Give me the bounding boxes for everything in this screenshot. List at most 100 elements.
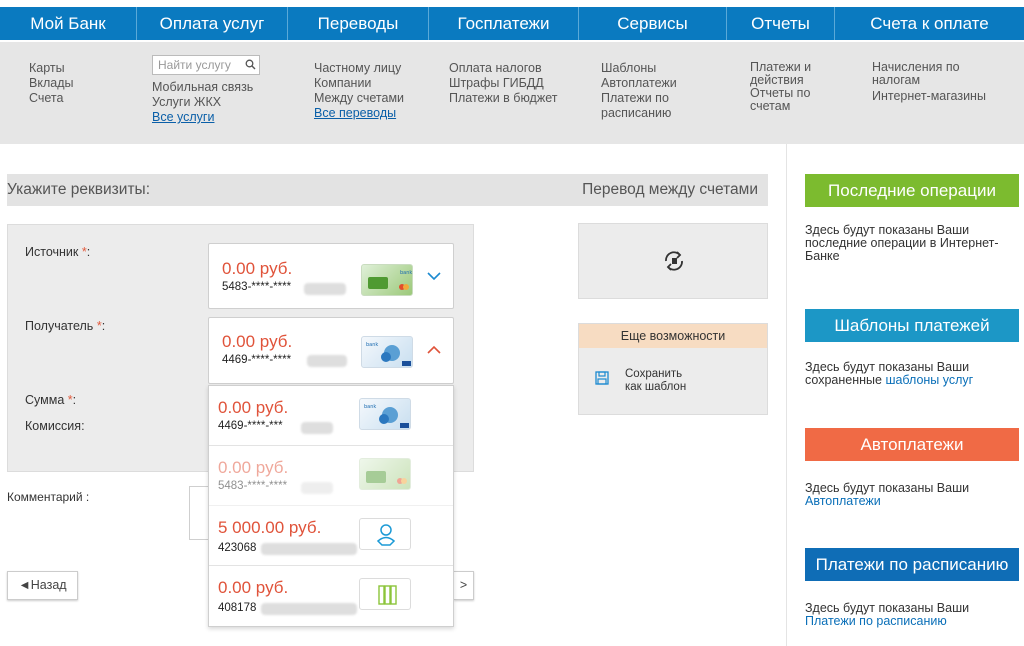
fee-label: Комиссия: bbox=[25, 419, 85, 433]
submenu-mobile[interactable]: Мобильная связь bbox=[152, 80, 253, 95]
source-select[interactable]: 0.00 руб. 5483-****-**** bank bbox=[208, 243, 454, 309]
submenu-autopay[interactable]: Автоплатежи bbox=[601, 76, 677, 91]
dropdown-amount: 0.00 руб. bbox=[218, 578, 289, 597]
submenu-utilities[interactable]: Услуги ЖКХ bbox=[152, 95, 253, 110]
submenu-col-services: Мобильная связь Услуги ЖКХ Все услуги bbox=[152, 80, 253, 125]
recent-operations-text: Здесь будут показаны Ваши последние опер… bbox=[805, 223, 999, 263]
masked-digits bbox=[304, 283, 346, 295]
submenu-scheduled[interactable]: Платежи по bbox=[601, 91, 677, 106]
nav-reports[interactable]: Отчеты bbox=[727, 7, 835, 40]
recipient-select[interactable]: 0.00 руб. 4469-****-**** bank bbox=[208, 317, 454, 384]
submenu-accounts[interactable]: Счета bbox=[29, 91, 73, 106]
recipient-dropdown: 0.00 руб. 4469-****-*** bank 0.00 руб. 5… bbox=[208, 385, 454, 627]
scheduled-payments-link[interactable]: Платежи по расписанию bbox=[805, 614, 947, 628]
binder-account-icon bbox=[359, 578, 411, 610]
swap-panel bbox=[578, 223, 768, 299]
submenu-all-services-link[interactable]: Все услуги bbox=[152, 110, 214, 124]
recent-operations-button[interactable]: Последние операции bbox=[805, 174, 1019, 207]
dropdown-account-number: 408178 bbox=[218, 602, 257, 614]
nav-transfers[interactable]: Переводы bbox=[288, 7, 429, 40]
submenu-scheduled-2[interactable]: расписанию bbox=[601, 106, 677, 121]
source-label: Источник *: bbox=[25, 245, 91, 259]
chevron-up-icon[interactable] bbox=[427, 342, 441, 360]
autopay-link[interactable]: Автоплатежи bbox=[805, 494, 881, 508]
payment-templates-button[interactable]: Шаблоны платежей bbox=[805, 309, 1019, 342]
back-button[interactable]: ◄Назад bbox=[7, 571, 78, 600]
nav-my-bank[interactable]: Мой Банк bbox=[0, 7, 137, 40]
comment-label: Комментарий : bbox=[7, 490, 90, 504]
masked-digits bbox=[301, 422, 333, 434]
source-account-number: 5483-****-**** bbox=[222, 281, 292, 293]
submenu-col-reports: Платежи и действия Отчеты по счетам bbox=[750, 61, 811, 113]
piggy-account-icon bbox=[359, 518, 411, 550]
card-blue-icon: bank bbox=[359, 398, 411, 430]
swap-accounts-icon[interactable] bbox=[662, 249, 686, 278]
submenu-col-gov: Оплата налогов Штрафы ГИБДД Платежи в бю… bbox=[449, 61, 557, 106]
submenu-budget[interactable]: Платежи в бюджет bbox=[449, 91, 557, 106]
more-options-title: Еще возможности bbox=[579, 324, 767, 348]
submenu-col-bank: Карты Вклады Счета bbox=[29, 61, 73, 106]
payment-templates-text: Здесь будут показаны Ваши сохраненные ша… bbox=[805, 360, 974, 387]
chevron-down-icon[interactable] bbox=[427, 268, 441, 286]
source-amount: 0.00 руб. bbox=[222, 259, 293, 278]
templates-link[interactable]: шаблоны услуг bbox=[885, 373, 973, 387]
dropdown-item[interactable]: 0.00 руб. 4469-****-*** bank bbox=[209, 386, 453, 446]
svg-text:bank: bank bbox=[366, 342, 378, 348]
card-green-icon: bank bbox=[361, 264, 413, 296]
svg-text:bank: bank bbox=[400, 270, 412, 276]
transfer-type: Перевод между счетами bbox=[582, 181, 758, 198]
search-placeholder: Найти услугу bbox=[158, 58, 231, 72]
dropdown-item[interactable]: 5 000.00 руб. 423068 bbox=[209, 506, 453, 566]
submenu-cards[interactable]: Карты bbox=[29, 61, 73, 76]
submenu-to-company[interactable]: Компании bbox=[314, 76, 404, 91]
submenu-fines[interactable]: Штрафы ГИБДД bbox=[449, 76, 557, 91]
nav-services[interactable]: Сервисы bbox=[579, 7, 727, 40]
dropdown-item[interactable]: 0.00 руб. 408178 bbox=[209, 566, 453, 626]
svg-text:bank: bank bbox=[364, 404, 376, 410]
search-icon[interactable] bbox=[245, 57, 256, 75]
top-nav-bar: Мой Банк Оплата услуг Переводы Госплатеж… bbox=[0, 7, 1024, 40]
nav-gov-payments[interactable]: Госплатежи bbox=[429, 7, 579, 40]
dropdown-account-number: 423068 bbox=[218, 542, 257, 554]
save-disk-icon[interactable] bbox=[595, 371, 609, 390]
amount-label: Сумма *: bbox=[25, 393, 77, 407]
sidebar-divider bbox=[786, 144, 787, 646]
submenu-col-tools: Шаблоны Автоплатежи Платежи по расписани… bbox=[601, 61, 677, 121]
submenu-templates[interactable]: Шаблоны bbox=[601, 61, 677, 76]
submenu-between-accounts[interactable]: Между счетами bbox=[314, 91, 404, 106]
section-title: Укажите реквизиты: bbox=[7, 181, 150, 198]
submenu-deposits[interactable]: Вклады bbox=[29, 76, 73, 91]
section-header: Укажите реквизиты: Перевод между счетами bbox=[7, 174, 768, 206]
save-as-template-link[interactable]: Сохранить как шаблон bbox=[625, 368, 686, 394]
submenu-account-reports-2[interactable]: счетам bbox=[750, 100, 811, 113]
submenu-tax-charges-2[interactable]: налогам bbox=[872, 74, 986, 87]
nav-pay-services[interactable]: Оплата услуг bbox=[137, 7, 288, 40]
dropdown-amount: 0.00 руб. bbox=[218, 398, 289, 417]
masked-digits bbox=[301, 482, 333, 494]
scheduled-payments-text: Здесь будут показаны Ваши Платежи по рас… bbox=[805, 601, 970, 628]
dropdown-amount: 5 000.00 руб. bbox=[218, 518, 322, 537]
service-search-input[interactable]: Найти услугу bbox=[152, 55, 260, 75]
autopay-button[interactable]: Автоплатежи bbox=[805, 428, 1019, 461]
submenu-all-transfers-link[interactable]: Все переводы bbox=[314, 106, 396, 120]
nav-invoices[interactable]: Счета к оплате bbox=[835, 7, 1024, 40]
next-button[interactable]: > bbox=[454, 571, 474, 600]
dropdown-item-disabled: 0.00 руб. 5483-****-**** bbox=[209, 446, 453, 506]
submenu-taxes[interactable]: Оплата налогов bbox=[449, 61, 557, 76]
more-options-panel: Еще возможности Сохранить как шаблон bbox=[578, 323, 768, 415]
dropdown-account-number: 5483-****-**** bbox=[218, 480, 288, 492]
submenu-e-shops[interactable]: Интернет-магазины bbox=[872, 90, 986, 103]
masked-digits bbox=[307, 355, 347, 367]
recipient-account-number: 4469-****-**** bbox=[222, 354, 292, 366]
submenu-to-person[interactable]: Частному лицу bbox=[314, 61, 404, 76]
recipient-label: Получатель *: bbox=[25, 319, 106, 333]
scheduled-payments-button[interactable]: Платежи по расписанию bbox=[805, 548, 1019, 581]
masked-digits bbox=[261, 603, 357, 615]
autopay-text: Здесь будут показаны Ваши Автоплатежи bbox=[805, 481, 970, 508]
masked-digits bbox=[261, 543, 357, 555]
sub-menu: Карты Вклады Счета Найти услугу Мобильна… bbox=[0, 42, 1024, 144]
card-green-icon bbox=[359, 458, 411, 490]
dropdown-account-number: 4469-****-*** bbox=[218, 420, 283, 432]
recipient-amount: 0.00 руб. bbox=[222, 332, 293, 351]
top-navigation: Мой Банк Оплата услуг Переводы Госплатеж… bbox=[0, 0, 1024, 42]
